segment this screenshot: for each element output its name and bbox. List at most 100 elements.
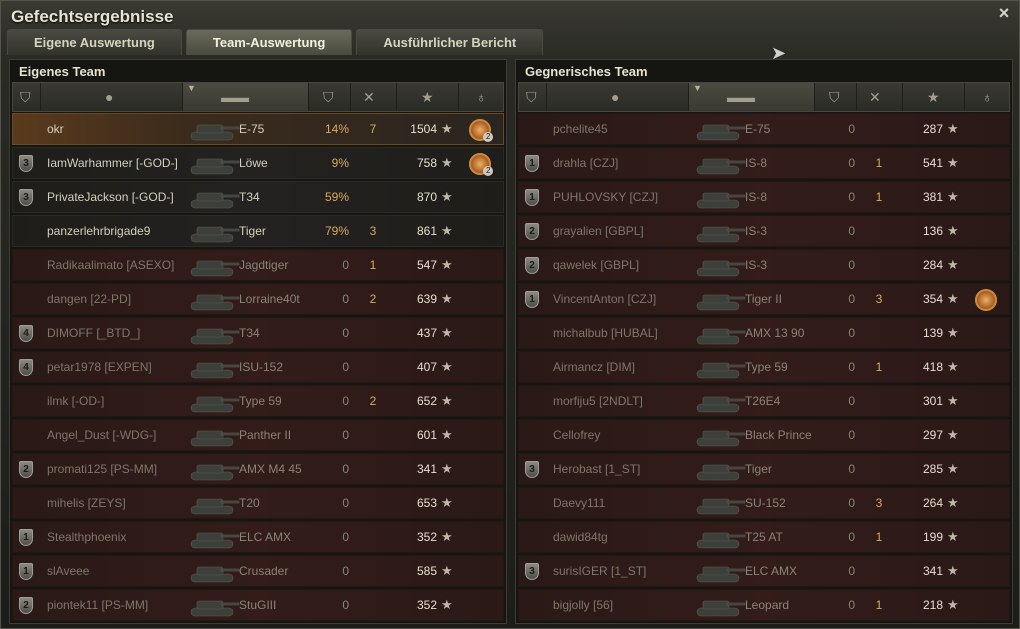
- tank-name: T20: [239, 496, 260, 510]
- damage-value: 0: [848, 292, 855, 306]
- xp-value: 601: [416, 428, 437, 442]
- xp-value: 301: [922, 394, 943, 408]
- tank-thumbnail-icon: [691, 524, 747, 552]
- player-row[interactable]: 2 piontek11 [PS-MM] StuGIII 0 352 ★: [12, 589, 504, 621]
- player-row[interactable]: 2 grayalien [GBPL] IS-3 0 136 ★: [518, 215, 1010, 247]
- medal-column-header[interactable]: ♁: [459, 83, 505, 111]
- player-row[interactable]: bigjolly [56] Leopard 0 1 218 ★: [518, 589, 1010, 621]
- xp-value: 541: [922, 156, 943, 170]
- player-row[interactable]: 3 PrivateJackson [-GOD-] T34 59% 870 ★: [12, 181, 504, 213]
- xp-value: 652: [416, 394, 437, 408]
- player-row[interactable]: mihelis [ZEYS] T20 0 653 ★: [12, 487, 504, 519]
- xp-star-icon: ★: [947, 597, 959, 612]
- player-row[interactable]: 1 drahla [CZJ] IS-8 0 1 541 ★: [518, 147, 1010, 179]
- damage-value: 0: [342, 394, 349, 408]
- kills-column-header[interactable]: ✕: [351, 83, 397, 111]
- tab-team-auswertung[interactable]: Team-Auswertung: [185, 29, 353, 55]
- tank-icon: ▬▬: [221, 89, 249, 105]
- player-row[interactable]: 4 DIMOFF [_BTD_] T34 0 437 ★: [12, 317, 504, 349]
- enemy-team-header: ⛉ ● ▼ ▬▬ ⛉ ✕ ★ ♁: [518, 82, 1010, 112]
- player-row[interactable]: dangen [22-PD] Lorraine40t 0 2 639 ★: [12, 283, 504, 315]
- damage-value: 0: [848, 530, 855, 544]
- tank-name: AMX 13 90: [745, 326, 805, 340]
- xp-star-icon: ★: [441, 393, 453, 408]
- player-row[interactable]: pchelite45 E-75 0 287 ★: [518, 113, 1010, 145]
- kills-value: 3: [875, 292, 883, 306]
- player-column-header[interactable]: ●: [547, 83, 689, 111]
- tab-eigene-auswertung[interactable]: Eigene Auswertung: [7, 29, 182, 55]
- damage-value: 0: [848, 462, 855, 476]
- xp-star-icon: ★: [441, 529, 453, 544]
- tank-thumbnail-icon: [185, 558, 241, 586]
- player-name: Herobast [1_ST]: [553, 462, 641, 476]
- player-row[interactable]: Daevy111 SU-152 0 3 264 ★: [518, 487, 1010, 519]
- platoon-badge-icon: 2: [525, 257, 539, 274]
- close-icon[interactable]: ×: [995, 4, 1013, 22]
- player-name: promati125 [PS-MM]: [47, 462, 158, 476]
- damage-column-header[interactable]: ⛉: [815, 83, 857, 111]
- player-name: ilmk [-OD-]: [47, 394, 105, 408]
- xp-value: 139: [922, 326, 943, 340]
- medal-column-header[interactable]: ♁: [965, 83, 1011, 111]
- player-row[interactable]: 2 promati125 [PS-MM] AMX M4 45 0 341 ★: [12, 453, 504, 485]
- player-row[interactable]: michalbub [HUBAL] AMX 13 90 0 139 ★: [518, 317, 1010, 349]
- player-name: IamWarhammer [-GOD-]: [47, 156, 178, 170]
- damage-value: 0: [848, 258, 855, 272]
- player-row[interactable]: 1 VincentAnton [CZJ] Tiger II 0 3 354 ★: [518, 283, 1010, 315]
- own-team-rows: okr E-75 14% 7 1504 ★ 2 3 IamWarhammer [-GOD-] Lö…: [12, 113, 504, 623]
- player-column-header[interactable]: ●: [41, 83, 183, 111]
- platoon-badge-icon: 4: [19, 359, 33, 376]
- player-name: petar1978 [EXPEN]: [47, 360, 152, 374]
- player-row[interactable]: dawid84tg T25 AT 0 1 199 ★: [518, 521, 1010, 553]
- kills-column-header[interactable]: ✕: [857, 83, 903, 111]
- platoon-badge-icon: 1: [525, 155, 539, 172]
- xp-column-header[interactable]: ★: [903, 83, 965, 111]
- player-row[interactable]: 4 petar1978 [EXPEN] ISU-152 0 407 ★: [12, 351, 504, 383]
- tab-ausfuehrlicher-bericht[interactable]: Ausführlicher Bericht: [356, 29, 544, 55]
- player-row[interactable]: ilmk [-OD-] Type 59 0 2 652 ★: [12, 385, 504, 417]
- player-row[interactable]: 2 qawelek [GBPL] IS-3 0 284 ★: [518, 249, 1010, 281]
- player-row[interactable]: okr E-75 14% 7 1504 ★ 2: [12, 113, 504, 145]
- tank-column-header[interactable]: ▼ ▬▬: [183, 83, 309, 111]
- tank-thumbnail-icon: [185, 150, 241, 178]
- xp-star-icon: ★: [441, 223, 453, 238]
- xp-value: 381: [922, 190, 943, 204]
- own-team-title: Eigenes Team: [19, 64, 106, 79]
- xp-star-icon: ★: [947, 393, 959, 408]
- medal-icon[interactable]: [975, 289, 997, 311]
- tank-column-header[interactable]: ▼ ▬▬: [689, 83, 815, 111]
- player-row[interactable]: Radikaalimato [ASEXO] Jagdtiger 0 1 547 ★: [12, 249, 504, 281]
- xp-star-icon: ★: [441, 359, 453, 374]
- tank-thumbnail-icon: [691, 592, 747, 620]
- player-row[interactable]: Airmancz [DIM] Type 59 0 1 418 ★: [518, 351, 1010, 383]
- player-row[interactable]: 3 IamWarhammer [-GOD-] Löwe 9% 758 ★ 2: [12, 147, 504, 179]
- platoon-column-header[interactable]: ⛉: [519, 83, 547, 111]
- damage-value: 0: [342, 530, 349, 544]
- damage-value: 0: [848, 428, 855, 442]
- platoon-badge-icon: 3: [525, 563, 539, 580]
- xp-value: 287: [922, 122, 943, 136]
- xp-column-header[interactable]: ★: [397, 83, 459, 111]
- xp-value: 585: [416, 564, 437, 578]
- tank-name: IS-8: [745, 156, 768, 170]
- tank-name: Lorraine40t: [239, 292, 300, 306]
- tank-thumbnail-icon: [691, 218, 747, 246]
- player-name: DIMOFF [_BTD_]: [47, 326, 141, 340]
- player-name: PrivateJackson [-GOD-]: [47, 190, 174, 204]
- player-row[interactable]: panzerlehrbrigade9 Tiger 79% 3 861 ★: [12, 215, 504, 247]
- player-row[interactable]: 1 PUHLOVSKY [CZJ] IS-8 0 1 381 ★: [518, 181, 1010, 213]
- platoon-column-header[interactable]: ⛉: [13, 83, 41, 111]
- tank-thumbnail-icon: [185, 252, 241, 280]
- player-row[interactable]: Angel_Dust [-WDG-] Panther II 0 601 ★: [12, 419, 504, 451]
- player-row[interactable]: Cellofrey Black Prince 0 297 ★: [518, 419, 1010, 451]
- xp-value: 341: [416, 462, 437, 476]
- player-row[interactable]: 1 slAveee Crusader 0 585 ★: [12, 555, 504, 587]
- tank-thumbnail-icon: [185, 286, 241, 314]
- player-row[interactable]: morfiju5 [2NDLT] T26E4 0 301 ★: [518, 385, 1010, 417]
- own-team-header: ⛉ ● ▼ ▬▬ ⛉ ✕ ★ ♁: [12, 82, 504, 112]
- player-row[interactable]: 1 Stealthphoenix ELC AMX 0 352 ★: [12, 521, 504, 553]
- sort-arrow-icon: ▼: [693, 83, 702, 93]
- player-row[interactable]: 3 Herobast [1_ST] Tiger 0 285 ★: [518, 453, 1010, 485]
- player-row[interactable]: 3 surisIGER [1_ST] ELC AMX 0 341 ★: [518, 555, 1010, 587]
- damage-column-header[interactable]: ⛉: [309, 83, 351, 111]
